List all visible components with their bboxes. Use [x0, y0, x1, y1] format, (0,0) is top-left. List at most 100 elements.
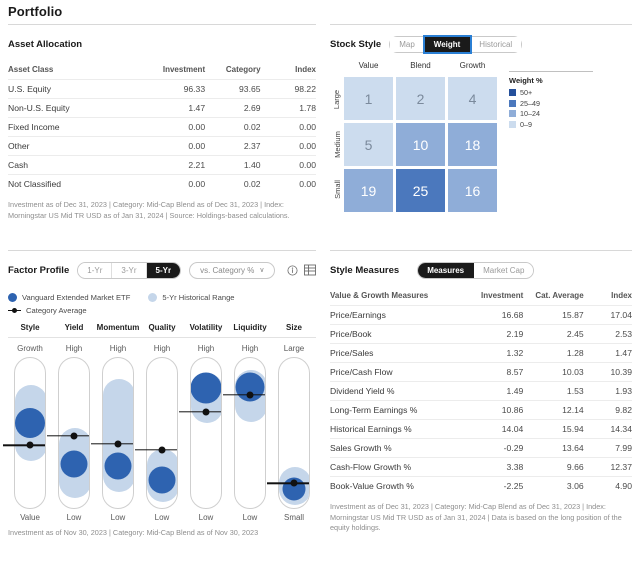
style-box-col-label: Blend — [410, 61, 431, 70]
style-measures-title: Style Measures — [330, 264, 400, 276]
style-measures-cell-index: 1.47 — [583, 343, 632, 363]
factor-bottom-label: Low — [110, 513, 126, 522]
factor-name: Size — [272, 323, 316, 338]
style-box-cell[interactable]: 2 — [396, 77, 445, 120]
asset-allocation-cell-index: 0.00 — [260, 117, 316, 137]
factor-profile-period-tabs[interactable]: 1-Yr 3-Yr 5-Yr — [77, 261, 182, 279]
stock-style-tab-map[interactable]: Map — [390, 36, 425, 52]
table-row: Other 0.00 2.37 0.00 — [8, 136, 316, 156]
factor-category-average-line — [223, 394, 265, 396]
col-investment: Investment — [481, 291, 524, 300]
style-measures-cell-investment: 2.19 — [468, 324, 524, 344]
factor-top-label: Large — [283, 344, 305, 353]
factor-name: Volatility — [184, 323, 228, 338]
style-box-cell[interactable]: 10 — [396, 123, 445, 166]
style-box-cell[interactable]: 18 — [448, 123, 497, 166]
legend-label: 50+ — [520, 88, 533, 97]
asset-allocation-cell-investment: 2.21 — [149, 155, 206, 175]
stock-style-tabs[interactable]: Map Weight Historical — [389, 35, 523, 53]
style-measures-cell-index: 4.90 — [583, 476, 632, 495]
style-measures-tab-measures[interactable]: Measures — [418, 262, 475, 278]
factor-category-average-dot — [202, 408, 210, 416]
legend-swatch — [509, 120, 516, 128]
factor-track[interactable] — [102, 357, 134, 509]
style-box-col-labels: Value Blend Growth — [344, 61, 497, 77]
factor-top-label: High — [241, 344, 259, 353]
asset-allocation-cell-category: 93.65 — [205, 79, 261, 99]
table-row: Price/Earnings 16.68 15.87 17.04 — [330, 305, 632, 325]
asset-allocation-cell-label: Not Classified — [8, 174, 150, 193]
table-header-row: Value & Growth Measures Investment Cat. … — [330, 291, 632, 306]
panel-divider — [8, 24, 316, 25]
asset-allocation-cell-investment: 96.33 — [149, 79, 206, 99]
factor-investment-bubble[interactable] — [191, 372, 221, 404]
stock-style-tab-weight[interactable]: Weight — [424, 36, 471, 52]
style-measures-cell-index: 10.39 — [583, 362, 632, 382]
info-icon[interactable] — [287, 265, 298, 276]
factor-investment-bubble[interactable] — [60, 450, 88, 478]
legend-swatch — [509, 99, 516, 107]
legend-range-label: 5-Yr Historical Range — [162, 293, 235, 302]
factor-track[interactable] — [146, 357, 178, 509]
factor-track-wrap — [47, 357, 96, 509]
factor-profile-tab-5-yr[interactable]: 5-Yr — [146, 262, 181, 278]
legend-investment-label: Vanguard Extended Market ETF — [22, 293, 131, 302]
factor-profile-footnote: Investment as of Nov 30, 2023 | Category… — [8, 528, 259, 537]
factor-bottom-label: Low — [66, 513, 82, 522]
legend-item: 0–9 — [509, 120, 593, 129]
style-box-row-label: Small — [332, 180, 342, 199]
factor-profile-tab-1-yr[interactable]: 1-Yr — [78, 262, 113, 278]
style-measures-cell-investment: 1.49 — [468, 381, 524, 401]
style-measures-footnote: Investment as of Dec 31, 2023 | Category… — [330, 502, 622, 533]
factor-track[interactable] — [234, 357, 266, 509]
table-icon[interactable] — [304, 264, 316, 276]
style-measures-table: Value & Growth Measures Investment Cat. … — [330, 291, 632, 495]
category-average-marker-icon — [8, 306, 21, 315]
factor-profile-comparison-dropdown[interactable]: vs. Category % ∨ — [189, 261, 276, 279]
table-row: Dividend Yield % 1.49 1.53 1.93 — [330, 381, 632, 401]
style-box-cell[interactable]: 1 — [344, 77, 393, 120]
style-measures-cell-cat_average: 13.64 — [523, 438, 584, 458]
factor-investment-bubble[interactable] — [15, 408, 45, 439]
style-box-cell[interactable]: 25 — [396, 169, 445, 212]
factor-track-wrap — [135, 357, 184, 509]
factor-profile-tab-3-yr[interactable]: 3-Yr — [112, 262, 147, 278]
table-row: Sales Growth % -0.29 13.64 7.99 — [330, 438, 632, 458]
factor-bottom-label: Low — [242, 513, 258, 522]
factor-investment-bubble[interactable] — [148, 466, 176, 494]
factor-track[interactable] — [190, 357, 222, 509]
style-box-legend: Weight % 50+ 25–49 10–24 0–9 — [509, 61, 593, 212]
asset-allocation-cell-category: 2.69 — [205, 98, 261, 118]
factor-track-wrap — [179, 357, 228, 509]
asset-allocation-cell-investment: 0.00 — [149, 136, 206, 156]
factor-category-average-line — [135, 449, 177, 451]
table-row: U.S. Equity 96.33 93.65 98.22 — [8, 79, 316, 99]
style-box-grid[interactable]: 1 2 4 5 10 18 19 25 16 — [344, 77, 497, 212]
stock-style-tab-historical[interactable]: Historical — [470, 36, 522, 52]
style-box-cell[interactable]: 16 — [448, 169, 497, 212]
style-measures-cell-investment: 16.68 — [468, 305, 524, 325]
table-row: Price/Sales 1.32 1.28 1.47 — [330, 343, 632, 363]
style-box-col-label: Growth — [459, 61, 486, 70]
asset-allocation-cell-label: Other — [8, 136, 150, 156]
style-measures-cell-index: 1.93 — [583, 381, 632, 401]
style-measures-tab-market-cap[interactable]: Market Cap — [474, 262, 534, 278]
legend-range: 5-Yr Historical Range — [148, 293, 235, 302]
factor-track[interactable] — [14, 357, 46, 509]
legend-divider — [509, 71, 593, 72]
style-measures-cell-label: Dividend Yield % — [330, 381, 469, 401]
style-box-cell[interactable]: 19 — [344, 169, 393, 212]
col-index: Index — [295, 65, 316, 74]
factor-top-label: High — [153, 344, 171, 353]
table-row: Non-U.S. Equity 1.47 2.69 1.78 — [8, 98, 316, 118]
asset-allocation-cell-index: 0.00 — [260, 174, 316, 193]
legend-item: 50+ — [509, 88, 593, 97]
style-measures-tabs[interactable]: Measures Market Cap — [417, 261, 535, 279]
factor-column: Yield High Low — [47, 323, 96, 522]
factor-investment-bubble[interactable] — [104, 452, 132, 480]
factor-name: Liquidity — [228, 323, 272, 338]
style-measures-cell-index: 14.34 — [583, 419, 632, 439]
style-box-cell[interactable]: 4 — [448, 77, 497, 120]
style-measures-cell-index: 12.37 — [583, 457, 632, 477]
style-box-cell[interactable]: 5 — [344, 123, 393, 166]
